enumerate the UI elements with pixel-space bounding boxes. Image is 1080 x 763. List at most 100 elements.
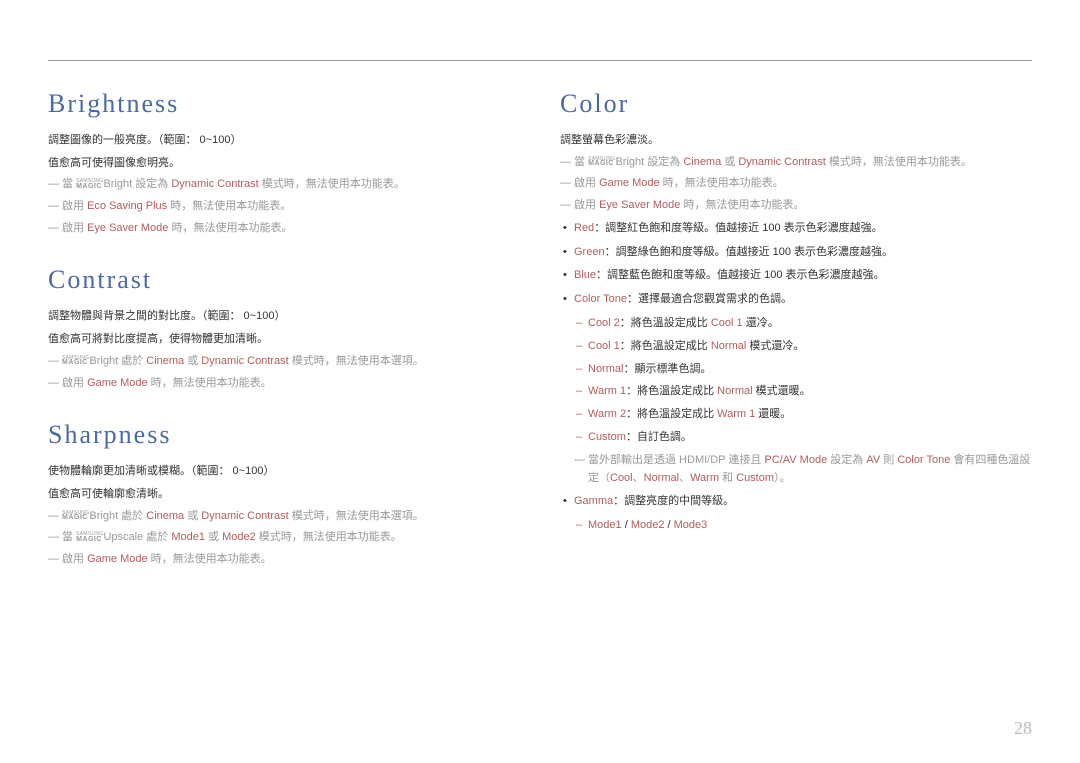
sub-highlight: Normal <box>711 340 746 352</box>
mode-val: Mode3 <box>674 519 708 531</box>
sub-text: 還冷。 <box>743 317 779 329</box>
bullet-key-colortone: Color Tone <box>574 293 627 305</box>
sharpness-note-1: SAMSUNGMAGICBright 處於 Cinema 或 Dynamic C… <box>48 507 520 526</box>
heading-color: Color <box>560 89 1032 119</box>
sub-modes: Mode1 / Mode2 / Mode3 <box>560 516 1032 536</box>
bullet-key-blue: Blue <box>574 269 596 281</box>
note-text: Bright 處於 <box>89 510 146 522</box>
note-text: Bright 處於 <box>89 355 146 367</box>
brightness-note-2: 啟用 Eco Saving Plus 時，無法使用本功能表。 <box>48 197 520 216</box>
note-highlight: Game Mode <box>87 377 148 389</box>
note-text: 模式時，無法使用本功能表。 <box>826 156 972 168</box>
bullet-val: ：選擇最適合您觀賞需求的色調。 <box>627 293 792 305</box>
two-column-layout: Brightness 調整圖像的一般亮度。（範圍： 0~100） 值愈高可使得圖… <box>48 89 1032 597</box>
note-text: 當 <box>574 156 588 168</box>
note-highlight: Cinema <box>146 510 184 522</box>
note-highlight: Dynamic Contrast <box>171 178 258 190</box>
note-text: 模式時，無法使用本功能表。 <box>256 531 402 543</box>
sub-cool1: Cool 1：將色溫設定成比 Normal 模式還冷。 <box>560 337 1032 357</box>
nn-highlight: Warm <box>690 472 719 484</box>
note-text: 啟用 <box>574 177 599 189</box>
note-text: 時，無法使用本功能表。 <box>148 377 272 389</box>
note-highlight: Game Mode <box>599 177 660 189</box>
note-text: 啟用 <box>62 553 87 565</box>
note-highlight: Mode1 <box>171 531 205 543</box>
section-contrast: Contrast 調整物體與背景之間的對比度。（範圍： 0~100） 值愈高可將… <box>48 265 520 392</box>
note-text: 或 <box>721 156 738 168</box>
note-highlight: Dynamic Contrast <box>201 510 288 522</box>
sub-text: ：顯示標準色調。 <box>623 363 711 375</box>
mode-val: Mode1 <box>588 519 622 531</box>
sub-highlight: Warm 1 <box>717 408 755 420</box>
sub-highlight: Normal <box>717 385 752 397</box>
section-brightness: Brightness 調整圖像的一般亮度。（範圍： 0~100） 值愈高可使得圖… <box>48 89 520 237</box>
sub-key: Custom <box>588 431 626 443</box>
note-text: 當 <box>62 531 76 543</box>
note-highlight: Eye Saver Mode <box>87 222 168 234</box>
sub-cool2: Cool 2：將色溫設定成比 Cool 1 還冷。 <box>560 314 1032 334</box>
sub-key: Cool 2 <box>588 317 620 329</box>
note-highlight: Mode2 <box>222 531 256 543</box>
note-text: 或 <box>205 531 222 543</box>
nn-highlight: Normal <box>644 472 679 484</box>
bullet-key-gamma: Gamma <box>574 495 613 507</box>
note-text: Bright 設定為 <box>103 178 171 190</box>
bullet-color-tone: Color Tone：選擇最適合您觀賞需求的色調。 <box>560 290 1032 310</box>
note-text: 時，無法使用本功能表。 <box>167 200 291 212</box>
note-highlight: Game Mode <box>87 553 148 565</box>
nn-highlight: PC/AV Mode <box>764 454 827 466</box>
sub-key: Normal <box>588 363 623 375</box>
note-text: 時，無法使用本功能表。 <box>148 553 272 565</box>
sub-text: 模式還冷。 <box>746 340 804 352</box>
sub-normal: Normal：顯示標準色調。 <box>560 360 1032 380</box>
color-note-3: 啟用 Eye Saver Mode 時，無法使用本功能表。 <box>560 196 1032 215</box>
sub-text: ：自訂色調。 <box>626 431 692 443</box>
nn-text: 、 <box>679 472 690 484</box>
bullet-key-green: Green <box>574 246 605 258</box>
note-text: 當 <box>62 178 76 190</box>
nn-text: 當外部輸出是透過 HDMI/DP 連接且 <box>588 454 764 466</box>
note-text: 或 <box>184 355 201 367</box>
contrast-note-2: 啟用 Game Mode 時，無法使用本功能表。 <box>48 374 520 393</box>
bullet-val: ：調整藍色飽和度等級。值越接近 100 表示色彩濃度越強。 <box>596 269 884 281</box>
bullet-val: ：調整紅色飽和度等級。值越接近 100 表示色彩濃度越強。 <box>594 222 882 234</box>
nn-highlight: Custom <box>736 472 774 484</box>
note-text: 模式時，無法使用本選項。 <box>289 355 424 367</box>
note-highlight: Eco Saving Plus <box>87 200 167 212</box>
sharpness-note-3: 啟用 Game Mode 時，無法使用本功能表。 <box>48 550 520 569</box>
bullet-green: Green：調整綠色飽和度等級。值越接近 100 表示色彩濃度越強。 <box>560 243 1032 263</box>
sub-text: ：將色溫設定成比 <box>626 385 717 397</box>
mode-sep: / <box>622 519 631 531</box>
mode-val: Mode2 <box>631 519 665 531</box>
brightness-note-3: 啟用 Eye Saver Mode 時，無法使用本功能表。 <box>48 219 520 238</box>
sub-custom: Custom：自訂色調。 <box>560 428 1032 448</box>
brightness-note-1: 當 SAMSUNGMAGICBright 設定為 Dynamic Contras… <box>48 175 520 194</box>
sharpness-desc-2: 值愈高可使輪廓愈清晰。 <box>48 485 520 504</box>
note-text: 啟用 <box>62 200 87 212</box>
left-column: Brightness 調整圖像的一般亮度。（範圍： 0~100） 值愈高可使得圖… <box>48 89 520 597</box>
nn-text: 和 <box>719 472 736 484</box>
contrast-note-1: SAMSUNGMAGICBright 處於 Cinema 或 Dynamic C… <box>48 352 520 371</box>
nn-highlight: AV <box>866 454 880 466</box>
samsung-magic-icon: SAMSUNGMAGIC <box>62 511 89 521</box>
color-note-2: 啟用 Game Mode 時，無法使用本功能表。 <box>560 174 1032 193</box>
sub-text: ：將色溫設定成比 <box>620 317 711 329</box>
nn-highlight: Cool <box>610 472 633 484</box>
note-text: 時，無法使用本功能表。 <box>680 199 804 211</box>
heading-contrast: Contrast <box>48 265 520 295</box>
nn-text: 、 <box>633 472 644 484</box>
samsung-magic-icon: SAMSUNGMAGIC <box>76 179 103 189</box>
sub-warm2: Warm 2：將色溫設定成比 Warm 1 還暖。 <box>560 405 1032 425</box>
bullet-val: ：調整綠色飽和度等級。值越接近 100 表示色彩濃度越強。 <box>605 246 893 258</box>
right-column: Color 調整螢幕色彩濃淡。 當 SAMSUNGMAGICBright 設定為… <box>560 89 1032 597</box>
bullet-val: ：調整亮度的中間等級。 <box>613 495 734 507</box>
samsung-magic-icon: SAMSUNGMAGIC <box>76 532 103 542</box>
nn-text: ）。 <box>774 472 791 484</box>
note-highlight: Dynamic Contrast <box>201 355 288 367</box>
nn-text: 則 <box>880 454 897 466</box>
sub-text: ：將色溫設定成比 <box>620 340 711 352</box>
note-text: 啟用 <box>574 199 599 211</box>
section-color: Color 調整螢幕色彩濃淡。 當 SAMSUNGMAGICBright 設定為… <box>560 89 1032 536</box>
sub-key: Cool 1 <box>588 340 620 352</box>
note-highlight: Dynamic Contrast <box>738 156 825 168</box>
